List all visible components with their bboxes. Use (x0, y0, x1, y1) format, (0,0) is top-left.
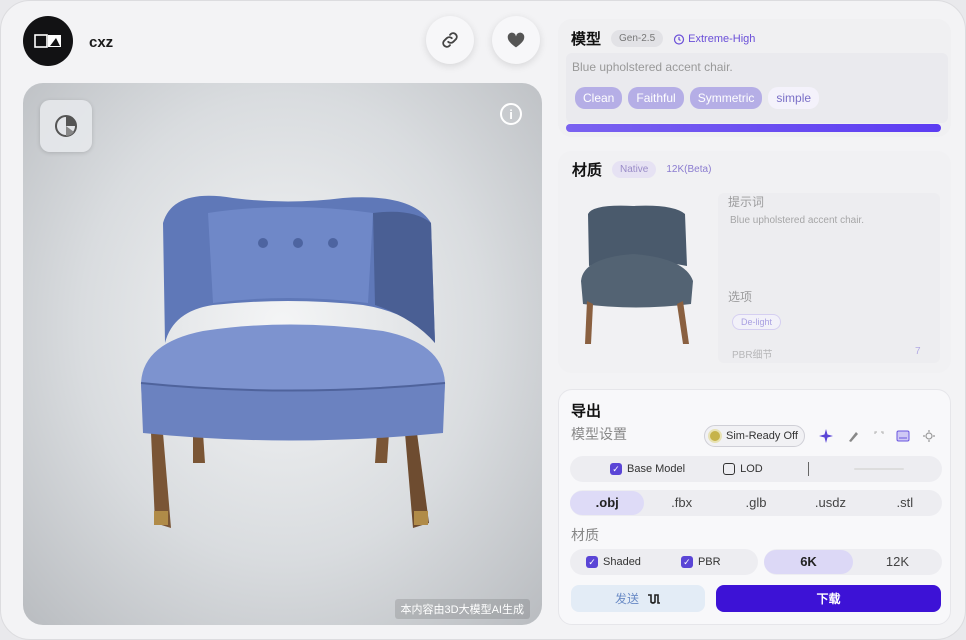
username: cxz (89, 34, 114, 51)
view-mode-icon (55, 115, 77, 137)
expand-icon[interactable] (871, 428, 887, 444)
style-pill-row: Clean Faithful Symmetric simple (575, 87, 825, 109)
model-settings-label: 模型设置 (571, 426, 627, 442)
pill-clean[interactable]: Clean (575, 87, 623, 109)
material-header: 材质 Native 12K(Beta) (572, 159, 711, 180)
pill-simple[interactable]: simple (768, 87, 820, 109)
check-icon: ✓ (680, 556, 693, 568)
shaded-checkbox[interactable]: ✓ Shaded (586, 556, 641, 568)
heart-icon (507, 32, 525, 48)
base-model-checkbox[interactable]: ✓ Base Model (610, 463, 685, 475)
sim-ready-indicator-icon (708, 429, 722, 443)
favorite-button[interactable] (492, 16, 540, 64)
texture-resolution-label[interactable]: 12K(Beta) (666, 164, 711, 175)
quality-selector[interactable]: Extreme-High (673, 33, 755, 45)
pill-faithful[interactable]: Faithful (628, 87, 684, 109)
info-button[interactable]: i (500, 103, 522, 125)
format-fbx[interactable]: .fbx (644, 491, 718, 515)
format-stl[interactable]: .stl (868, 491, 942, 515)
export-title: 导出 (571, 403, 602, 420)
pbr-checkbox[interactable]: ✓ PBR (680, 556, 721, 568)
model-prompt-text: Blue upholstered accent chair. (572, 60, 733, 74)
download-button[interactable]: 下载 (716, 585, 941, 612)
gen-version-chip[interactable]: Gen-2.5 (611, 30, 664, 47)
unreal-engine-icon (648, 593, 660, 604)
check-icon: ✓ (610, 463, 622, 475)
logo-mark-icon (34, 34, 61, 48)
resolution-12k[interactable]: 12K (853, 550, 942, 574)
material-options-bar: ✓ Shaded ✓ PBR (570, 549, 758, 575)
texture-box-icon[interactable] (895, 428, 911, 444)
app-window: cxz i 本内容由3D大模型AI生成 模型 Gen-2.5 Extreme-H… (0, 0, 966, 640)
lod-slider[interactable] (853, 468, 904, 470)
format-obj[interactable]: .obj (570, 491, 645, 515)
view-mode-button[interactable] (40, 100, 92, 152)
format-usdz[interactable]: .usdz (793, 491, 867, 515)
check-icon: ✓ (586, 556, 598, 568)
sparkle-icon[interactable] (818, 428, 834, 444)
settings-icon[interactable] (921, 428, 937, 444)
logo[interactable] (23, 16, 73, 66)
model-header: 模型 Gen-2.5 Extreme-High (571, 28, 755, 49)
ai-watermark: 本内容由3D大模型AI生成 (394, 599, 530, 619)
material-thumbnail (581, 205, 693, 344)
delight-chip[interactable]: De-light (732, 314, 782, 330)
send-button[interactable]: 发送 (571, 585, 705, 612)
divider (807, 462, 809, 476)
lod-checkbox[interactable]: LOD (723, 463, 763, 475)
chair-model-render (140, 195, 446, 528)
prompt-label: 提示词 (728, 195, 765, 209)
resolution-6k[interactable]: 6K (764, 550, 853, 574)
options-label: 选项 (728, 290, 753, 304)
unchecked-box-icon (723, 463, 736, 475)
model-options-bar: ✓ Base Model LOD (570, 456, 942, 482)
model-title: 模型 (571, 31, 602, 48)
model-viewer[interactable]: i 本内容由3D大模型AI生成 (23, 83, 542, 625)
sim-ready-label: Sim-Ready Off (726, 430, 798, 442)
send-label: 发送 (614, 592, 639, 606)
format-selector: .obj .fbx .glb .usdz .stl (570, 490, 942, 516)
brush-icon[interactable] (846, 428, 862, 444)
pbr-label: PBR (697, 556, 721, 568)
share-link-button[interactable] (426, 16, 474, 64)
timer-icon (674, 33, 685, 45)
pill-symmetric[interactable]: Symmetric (689, 87, 763, 109)
lod-label: LOD (740, 463, 763, 475)
pbr-detail-value[interactable]: 7 (915, 346, 921, 357)
sim-ready-toggle[interactable]: Sim-Ready Off (704, 425, 805, 447)
quality-label: Extreme-High (688, 32, 756, 45)
shaded-label: Shaded (603, 556, 641, 568)
link-icon (442, 32, 458, 48)
resolution-selector: 6K 12K (764, 549, 942, 575)
material-prompt-text: Blue upholstered accent chair. (730, 215, 864, 226)
material-title: 材质 (572, 162, 603, 179)
format-glb[interactable]: .glb (719, 491, 793, 515)
generation-progress-bar (566, 124, 941, 132)
native-chip[interactable]: Native (612, 161, 657, 178)
pbr-detail-label: PBR细节 (732, 350, 773, 361)
export-material-label: 材质 (571, 527, 599, 543)
base-model-label: Base Model (627, 463, 686, 475)
